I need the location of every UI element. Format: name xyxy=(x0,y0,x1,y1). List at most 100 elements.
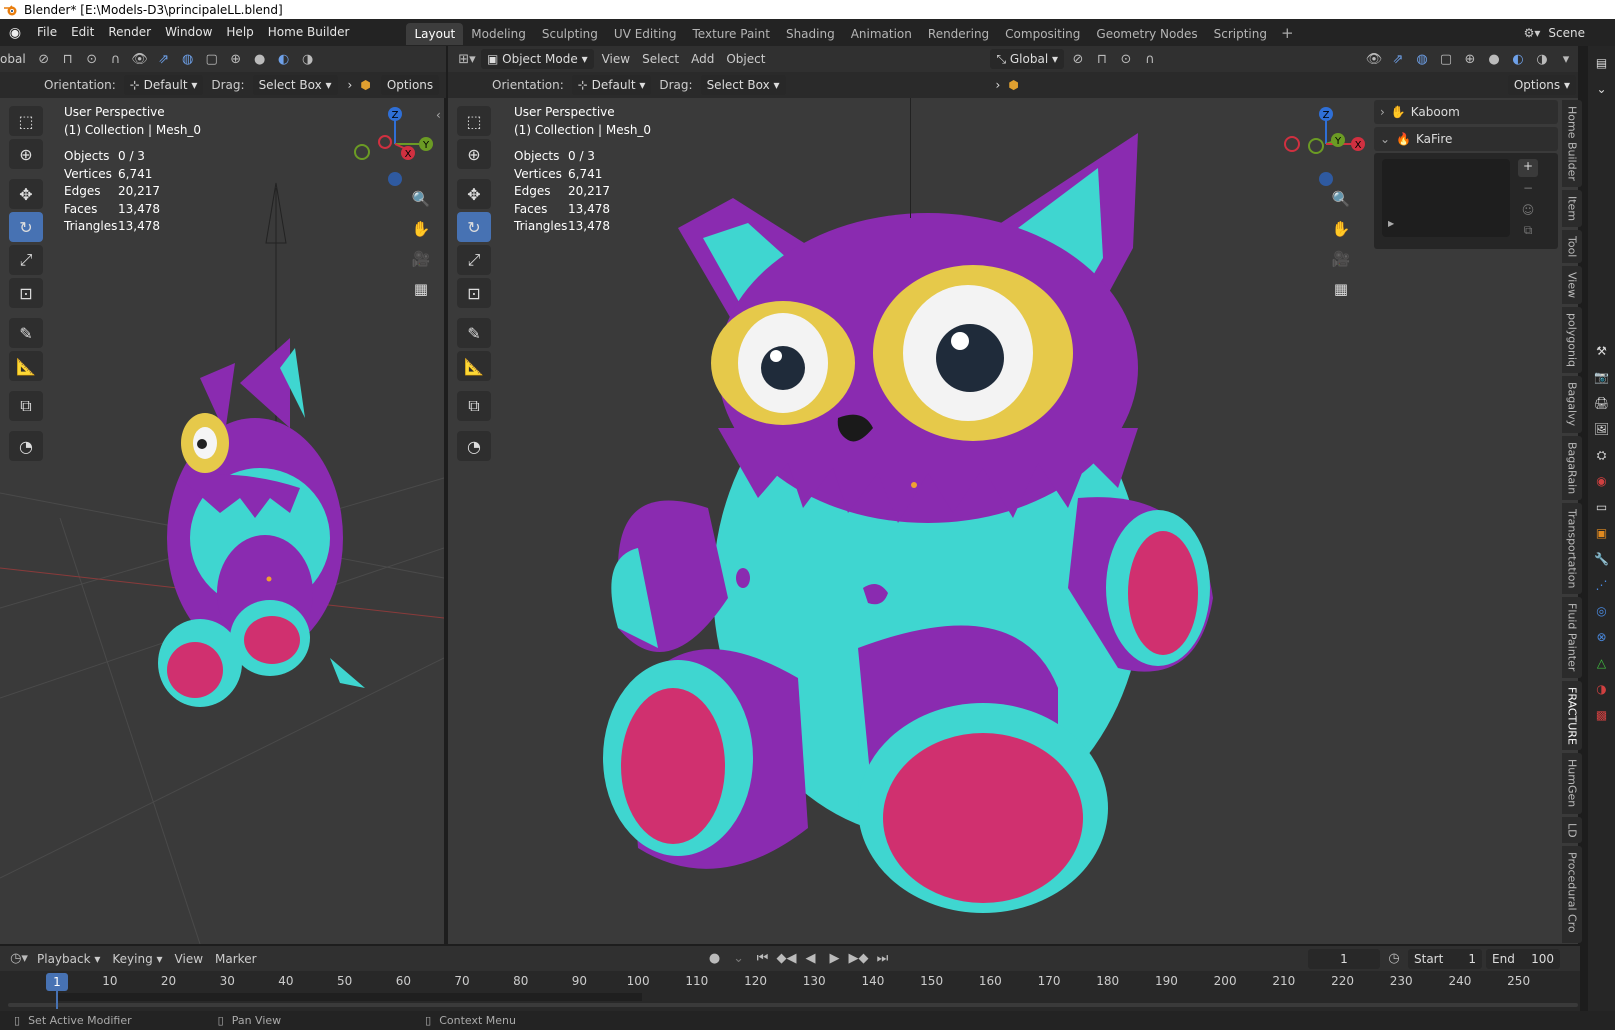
menu-add[interactable]: Add xyxy=(691,52,714,66)
tab-compositing[interactable]: Compositing xyxy=(997,23,1088,45)
output-properties-icon[interactable]: 🖨 xyxy=(1591,392,1613,414)
expand-arrow-icon[interactable]: › xyxy=(1380,105,1385,119)
properties-editor-icon[interactable]: ▤ xyxy=(1591,52,1613,74)
snap-icon[interactable]: ⊓ xyxy=(1091,49,1113,69)
sidebar-tab-procedural[interactable]: Procedural Cro xyxy=(1562,846,1582,943)
rendered-shading-icon[interactable]: ◑ xyxy=(1531,49,1553,69)
list-person-icon[interactable]: ☺ xyxy=(1518,203,1538,221)
left-expand-icon[interactable]: › xyxy=(348,78,353,92)
xray-icon[interactable]: ▢ xyxy=(201,49,223,69)
menu-playback[interactable]: Playback ▾ xyxy=(37,952,100,966)
sidebar-tab-home-builder[interactable]: Home Builder xyxy=(1562,100,1582,187)
modifier-properties-icon[interactable]: 🔧 xyxy=(1591,548,1613,570)
gizmo-toggle-icon[interactable]: ⇗ xyxy=(153,49,175,69)
annotate-tool-icon[interactable]: ✎ xyxy=(9,318,43,348)
tab-layout[interactable]: Layout xyxy=(406,22,464,45)
list-copy-icon[interactable]: ⧉ xyxy=(1518,223,1538,241)
material-tool-icon[interactable]: ◔ xyxy=(9,431,43,461)
record-icon[interactable]: ● xyxy=(704,949,726,969)
object-properties-icon[interactable]: ▣ xyxy=(1591,522,1613,544)
transform-tool-icon[interactable]: ⊡ xyxy=(9,278,43,308)
play-icon[interactable]: ▶ xyxy=(1388,219,1394,228)
cursor-tool-icon[interactable]: ⊕ xyxy=(457,139,491,169)
timeline-editor-icon[interactable]: ◷▾ xyxy=(8,949,30,969)
snap-icon[interactable]: ⊓ xyxy=(57,49,79,69)
menu-select[interactable]: Select xyxy=(642,52,679,66)
grid-icon[interactable]: ▦ xyxy=(408,276,434,302)
tab-sculpting[interactable]: Sculpting xyxy=(534,23,606,45)
scene-properties-icon[interactable]: ⛭ xyxy=(1591,444,1613,466)
next-keyframe-icon[interactable]: ▶◆ xyxy=(848,949,870,969)
blender-menu-icon[interactable]: ◉ xyxy=(0,25,30,41)
record-options-icon[interactable]: ⌄ xyxy=(728,949,750,969)
tool-properties-icon[interactable]: ⚒ xyxy=(1591,340,1613,362)
mode-dropdown[interactable]: ▣ Object Mode ▾ xyxy=(481,49,594,69)
sidebar-tab-bagalvy[interactable]: Bagalvy xyxy=(1562,376,1582,433)
end-frame-field[interactable]: End 100 xyxy=(1486,948,1560,969)
sidebar-tab-fracture[interactable]: FRACTURE xyxy=(1562,680,1582,751)
main-axis-gizmo[interactable]: Z Y X xyxy=(1274,104,1374,189)
proportional-icon[interactable]: ⊙ xyxy=(1115,49,1137,69)
scroll-arrow-icon[interactable]: ⌄ xyxy=(1591,78,1613,100)
material-shading-icon[interactable]: ◐ xyxy=(1507,49,1529,69)
left-axis-gizmo[interactable]: Z Y X xyxy=(350,104,440,189)
main-orientation-dropdown[interactable]: ⊹ Default ▾ xyxy=(571,75,652,95)
kafire-list[interactable] xyxy=(1382,159,1510,237)
collapse-arrow-icon[interactable]: ‹ xyxy=(436,108,441,122)
tab-uv-editing[interactable]: UV Editing xyxy=(606,23,685,45)
sidebar-tab-view[interactable]: View xyxy=(1562,266,1582,305)
sidebar-tab-bagarain[interactable]: BagaRain xyxy=(1562,435,1582,500)
constraints-icon[interactable]: ⊗ xyxy=(1591,626,1613,648)
select-box-tool-icon[interactable]: ⬚ xyxy=(457,106,491,136)
wireframe-shading-icon[interactable]: ⊕ xyxy=(1459,49,1481,69)
jump-start-icon[interactable]: ⏮ xyxy=(752,949,774,969)
menu-timeline-view[interactable]: View xyxy=(175,952,203,966)
material-properties-icon[interactable]: ◑ xyxy=(1591,678,1613,700)
clock-icon[interactable]: ◷ xyxy=(1383,949,1405,969)
list-add-icon[interactable]: + xyxy=(1518,159,1538,177)
visibility-icon[interactable]: 👁 xyxy=(1363,49,1385,69)
current-frame-field[interactable]: 1 xyxy=(1308,948,1380,969)
collapse-arrow-icon[interactable]: ⌄ xyxy=(1380,132,1390,146)
timeline-scrollbar[interactable] xyxy=(8,1003,1578,1007)
move-tool-icon[interactable]: ✥ xyxy=(457,179,491,209)
add-cube-tool-icon[interactable]: ⧉ xyxy=(9,391,43,421)
menu-edit[interactable]: Edit xyxy=(64,19,101,46)
sidebar-tab-humgen[interactable]: HumGen xyxy=(1562,753,1582,814)
menu-render[interactable]: Render xyxy=(101,19,158,46)
panel-kaboom[interactable]: › ✋ Kaboom xyxy=(1374,100,1558,124)
main-options-button[interactable]: Options ▾ xyxy=(1507,75,1576,95)
menu-home-builder[interactable]: Home Builder xyxy=(261,19,357,46)
sidebar-tab-ld[interactable]: LD xyxy=(1562,816,1582,844)
physics-icon[interactable]: ◎ xyxy=(1591,600,1613,622)
prev-keyframe-icon[interactable]: ◆◀ xyxy=(776,949,798,969)
list-remove-icon[interactable]: − xyxy=(1518,181,1538,199)
menu-window[interactable]: Window xyxy=(158,19,219,46)
menu-marker[interactable]: Marker xyxy=(215,952,256,966)
grid-icon[interactable]: ▦ xyxy=(1328,276,1354,302)
zoom-icon[interactable]: 🔍 xyxy=(1328,186,1354,212)
scene-selector-icon[interactable]: ⚙▾ xyxy=(1524,26,1541,40)
xray-icon[interactable]: ▢ xyxy=(1435,49,1457,69)
transform-tool-icon[interactable]: ⊡ xyxy=(457,278,491,308)
zoom-icon[interactable]: 🔍 xyxy=(408,186,434,212)
add-workspace-icon[interactable]: + xyxy=(1281,24,1294,42)
data-properties-icon[interactable]: △ xyxy=(1591,652,1613,674)
jump-end-icon[interactable]: ⏭ xyxy=(872,949,894,969)
falloff-icon[interactable]: ∩ xyxy=(105,49,127,69)
left-viewport[interactable]: ⬚ ⊕ ✥ ↻ ⤢ ⊡ ✎ 📐 ⧉ ◔ User Perspective (1)… xyxy=(0,98,444,944)
sidebar-tab-transportation[interactable]: Transportation xyxy=(1562,502,1582,595)
measure-tool-icon[interactable]: 📐 xyxy=(457,351,491,381)
rotate-tool-icon[interactable]: ↻ xyxy=(9,212,43,242)
transform-orientation-dropdown[interactable]: ⤡ Global ▾ xyxy=(990,49,1064,69)
annotate-tool-icon[interactable]: ✎ xyxy=(457,318,491,348)
scene-label[interactable]: Scene xyxy=(1548,26,1585,40)
start-frame-field[interactable]: Start 1 xyxy=(1408,948,1482,969)
sidebar-tab-item[interactable]: Item xyxy=(1562,189,1582,227)
left-drag-dropdown[interactable]: Select Box ▾ xyxy=(252,75,338,95)
add-cube-tool-icon[interactable]: ⧉ xyxy=(457,391,491,421)
wireframe-shading-icon[interactable]: ⊕ xyxy=(225,49,247,69)
material-tool-icon[interactable]: ◔ xyxy=(457,431,491,461)
collection-properties-icon[interactable]: ▭ xyxy=(1591,496,1613,518)
main-expand-icon[interactable]: › xyxy=(996,78,1001,92)
